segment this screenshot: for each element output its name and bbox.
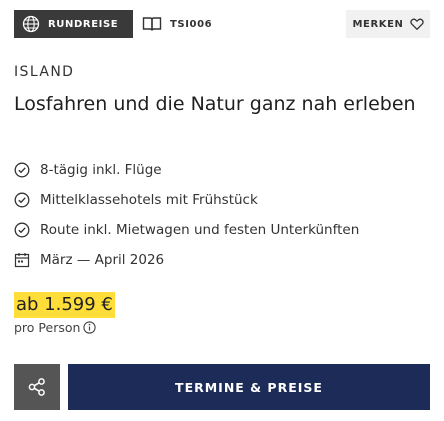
- info-icon[interactable]: [83, 321, 97, 334]
- header-bar: RUNDREISE TSI006 MERKEN: [14, 10, 430, 38]
- trip-type-label: RUNDREISE: [48, 18, 119, 30]
- trip-code: TSI006: [142, 10, 212, 38]
- per-person-note: pro Person: [14, 320, 97, 335]
- feature-text: Mittelklassehotels mit Frühstück: [40, 192, 258, 208]
- trip-title: Losfahren und die Natur ganz nah erleben: [14, 93, 416, 115]
- travel-period: März — April 2026: [40, 252, 165, 268]
- feature-list: 8-tägig inkl. Flüge Mittelklassehotels m…: [14, 155, 359, 275]
- merken-label: MERKEN: [352, 18, 404, 30]
- check-circle-icon: [14, 222, 30, 238]
- trip-code-label: TSI006: [170, 18, 213, 30]
- share-icon: [27, 377, 47, 397]
- check-circle-icon: [14, 192, 30, 208]
- trip-type-badge: RUNDREISE: [14, 10, 133, 38]
- share-button[interactable]: [14, 364, 60, 410]
- list-item: März — April 2026: [14, 245, 359, 275]
- per-person-label: pro Person: [14, 320, 81, 335]
- feature-text: 8-tägig inkl. Flüge: [40, 162, 162, 178]
- merken-button[interactable]: MERKEN: [346, 10, 430, 38]
- price-label: ab 1.599 €: [14, 292, 115, 318]
- list-item: Route inkl. Mietwagen und festen Unterkü…: [14, 215, 359, 245]
- book-icon: [142, 16, 162, 32]
- termine-preise-button[interactable]: TERMINE & PREISE: [68, 364, 430, 410]
- list-item: 8-tägig inkl. Flüge: [14, 155, 359, 185]
- cta-label: TERMINE & PREISE: [175, 379, 323, 395]
- list-item: Mittelklassehotels mit Frühstück: [14, 185, 359, 215]
- globe-icon: [22, 15, 40, 33]
- country-label: ISLAND: [14, 64, 75, 80]
- check-circle-icon: [14, 162, 30, 178]
- calendar-icon: [14, 252, 30, 268]
- feature-text: Route inkl. Mietwagen und festen Unterkü…: [40, 222, 360, 238]
- heart-icon: [409, 17, 424, 31]
